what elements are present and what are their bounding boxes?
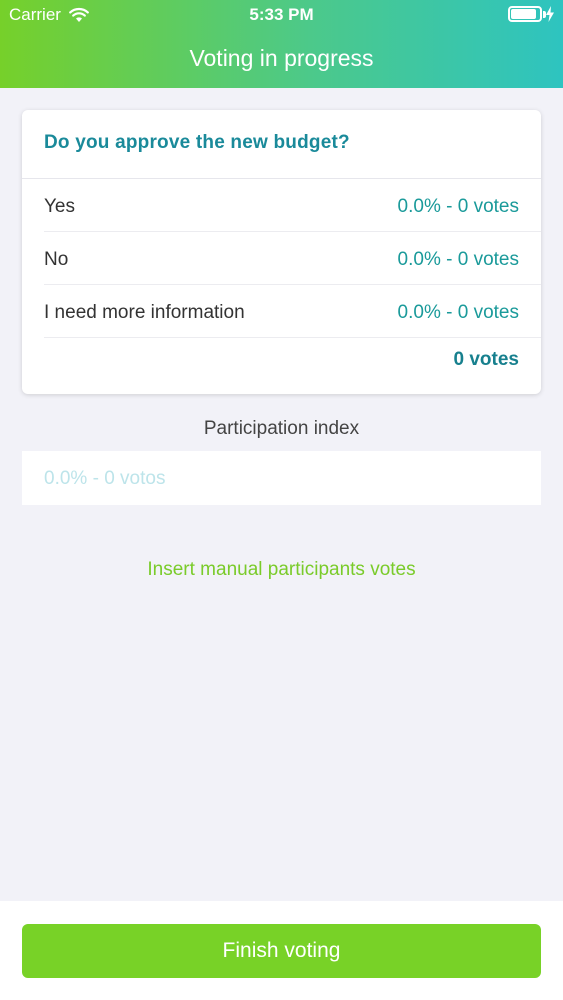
status-bar: Carrier 5:33 PM (0, 0, 563, 30)
option-label: No (44, 249, 69, 270)
option-result: 0.0% - 0 votes (397, 196, 519, 217)
participation-field: 0.0% - 0 votos (22, 451, 541, 505)
row-divider (44, 337, 541, 338)
bottom-bar: Finish voting (0, 901, 563, 1000)
finish-voting-button[interactable]: Finish voting (22, 924, 541, 978)
option-label: Yes (44, 196, 75, 217)
poll-option-row: Yes 0.0% - 0 votes (44, 179, 519, 232)
nav-header: Carrier 5:33 PM Voting in progress (0, 0, 563, 88)
insert-manual-votes-link[interactable]: Insert manual participants votes (0, 559, 563, 581)
voting-screen: Carrier 5:33 PM Voting in progress Do yo… (0, 0, 563, 1000)
battery-group (508, 6, 555, 22)
poll-question: Do you approve the new budget? (44, 132, 350, 153)
page-title: Voting in progress (189, 45, 374, 71)
poll-option-row: No 0.0% - 0 votes (44, 232, 519, 285)
bolt-icon (546, 6, 554, 22)
poll-option-row: I need more information 0.0% - 0 votes (44, 285, 519, 338)
participation-label: Participation index (203, 418, 360, 439)
option-result: 0.0% - 0 votes (397, 302, 519, 323)
option-result: 0.0% - 0 votes (397, 249, 519, 270)
battery-fill (511, 9, 536, 19)
battery-nub (543, 11, 546, 18)
status-time: 5:33 PM (249, 5, 314, 24)
option-label: I need more information (44, 302, 245, 323)
battery-icon (508, 6, 546, 22)
total-votes: 0 votes (453, 349, 519, 370)
poll-card: Do you approve the new budget? Yes 0.0% … (22, 110, 541, 394)
participation-value: 0.0% - 0 votos (44, 468, 166, 489)
